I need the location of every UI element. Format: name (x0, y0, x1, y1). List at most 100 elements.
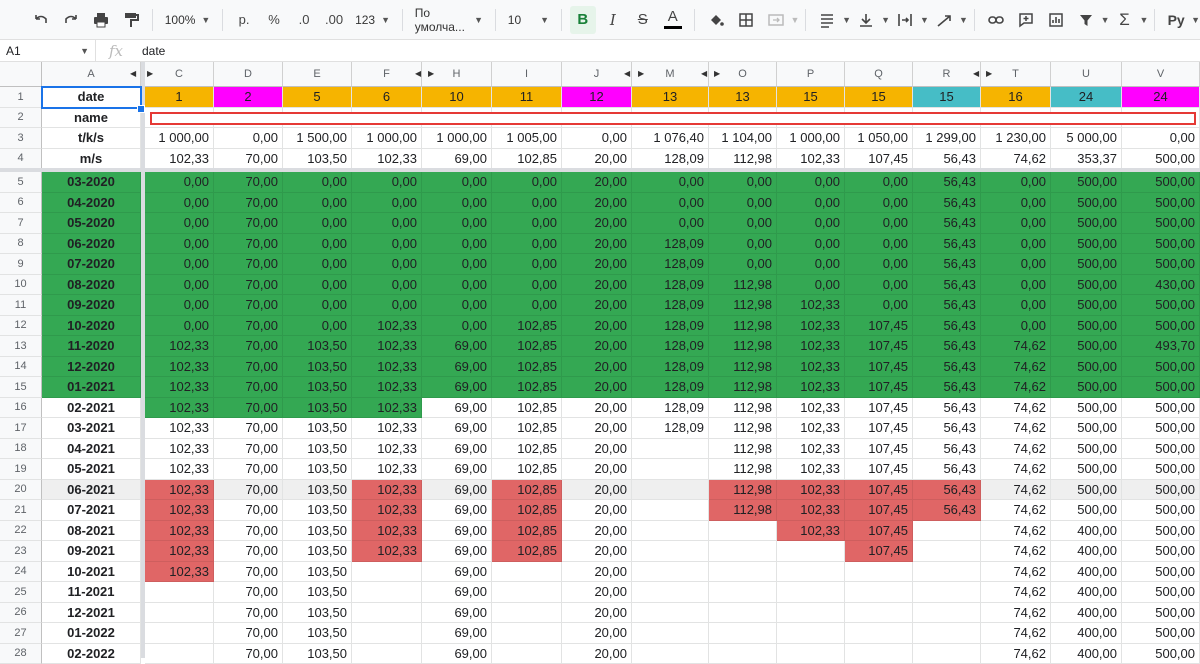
data-cell[interactable]: 500,00 (1122, 357, 1200, 378)
data-cell[interactable]: 103,50 (283, 439, 352, 460)
data-cell[interactable]: 20,00 (562, 480, 632, 501)
hidden-columns-arrow-icon[interactable]: ◀ (624, 69, 630, 78)
row-header-2[interactable]: 2 (0, 108, 42, 129)
data-cell[interactable]: 102,85 (492, 377, 562, 398)
row-header-26[interactable]: 26 (0, 603, 42, 624)
data-cell[interactable]: 20,00 (562, 398, 632, 419)
data-cell[interactable]: 112,98 (709, 336, 777, 357)
data-cell[interactable]: 102,33 (352, 521, 422, 542)
data-cell[interactable]: 56,43 (913, 500, 981, 521)
data-cell[interactable]: 0,00 (283, 234, 352, 255)
data-cell[interactable]: 128,09 (632, 377, 709, 398)
data-cell[interactable]: 0,00 (145, 316, 214, 337)
data-cell[interactable] (145, 644, 214, 664)
data-cell[interactable]: 112,98 (709, 418, 777, 439)
data-cell[interactable]: 128,09 (632, 418, 709, 439)
data-cell[interactable]: 102,33 (145, 521, 214, 542)
row-header-23[interactable]: 23 (0, 541, 42, 562)
data-cell[interactable]: 102,33 (777, 336, 845, 357)
data-cell[interactable]: 56,43 (913, 439, 981, 460)
data-cell[interactable]: 0,00 (981, 213, 1051, 234)
data-cell[interactable]: 0,00 (709, 193, 777, 214)
data-cell[interactable]: 70,00 (214, 562, 283, 583)
data-cell[interactable]: 20,00 (562, 254, 632, 275)
row-header-11[interactable]: 11 (0, 295, 42, 316)
data-cell[interactable]: 102,33 (777, 149, 845, 170)
data-cell[interactable]: 103,50 (283, 418, 352, 439)
data-cell[interactable]: 102,33 (145, 439, 214, 460)
data-cell[interactable]: 112,98 (709, 295, 777, 316)
data-cell[interactable]: 107,45 (845, 336, 913, 357)
data-cell[interactable]: 0,00 (709, 213, 777, 234)
data-cell[interactable]: 500,00 (1122, 623, 1200, 644)
hidden-columns-arrow-icon[interactable]: ▶ (638, 69, 644, 78)
data-cell[interactable]: 103,50 (283, 541, 352, 562)
data-cell[interactable]: 0,00 (422, 213, 492, 234)
data-cell[interactable]: 102,33 (352, 480, 422, 501)
text-rotation-icon[interactable] (931, 6, 957, 34)
data-cell[interactable]: 500,00 (1122, 149, 1200, 170)
data-cell[interactable]: 103,50 (283, 500, 352, 521)
data-cell[interactable]: 74,62 (981, 623, 1051, 644)
data-cell[interactable]: 20,00 (562, 172, 632, 193)
column-header-c[interactable]: C (145, 62, 214, 87)
data-cell[interactable]: 103,50 (283, 336, 352, 357)
data-cell[interactable]: 1 (145, 87, 214, 108)
data-cell[interactable]: 70,00 (214, 316, 283, 337)
row-header-21[interactable]: 21 (0, 500, 42, 521)
data-cell[interactable]: 74,62 (981, 500, 1051, 521)
data-cell[interactable] (352, 623, 422, 644)
data-cell[interactable]: 69,00 (422, 357, 492, 378)
data-cell[interactable]: 0,00 (283, 316, 352, 337)
data-cell[interactable]: 56,43 (913, 149, 981, 170)
data-cell[interactable]: 70,00 (214, 234, 283, 255)
data-cell[interactable]: 112,98 (709, 459, 777, 480)
data-cell[interactable]: 0,00 (145, 254, 214, 275)
hidden-columns-arrow-icon[interactable]: ▶ (428, 69, 434, 78)
data-cell[interactable] (492, 623, 562, 644)
row-label-cell[interactable]: 11-2020 (42, 336, 141, 357)
data-cell[interactable]: 70,00 (214, 275, 283, 296)
data-cell[interactable]: 102,33 (777, 439, 845, 460)
data-cell[interactable]: 74,62 (981, 149, 1051, 170)
data-cell[interactable]: 102,33 (352, 418, 422, 439)
align-vertical-icon[interactable] (853, 6, 879, 34)
data-cell[interactable]: 0,00 (709, 234, 777, 255)
merge-cells-icon[interactable] (763, 6, 789, 34)
data-cell[interactable]: 102,33 (352, 541, 422, 562)
data-cell[interactable]: 102,85 (492, 418, 562, 439)
data-cell[interactable] (492, 562, 562, 583)
data-cell[interactable]: 69,00 (422, 439, 492, 460)
data-cell[interactable] (777, 623, 845, 644)
row-header-10[interactable]: 10 (0, 275, 42, 296)
data-cell[interactable]: 0,00 (492, 172, 562, 193)
data-cell[interactable]: 11 (492, 87, 562, 108)
data-cell[interactable]: 0,00 (492, 275, 562, 296)
row-header-14[interactable]: 14 (0, 357, 42, 378)
fill-handle[interactable] (137, 105, 145, 113)
data-cell[interactable]: 500,00 (1051, 213, 1122, 234)
data-cell[interactable]: 0,00 (777, 213, 845, 234)
data-cell[interactable]: 69,00 (422, 336, 492, 357)
row-header-15[interactable]: 15 (0, 377, 42, 398)
zoom-dropdown[interactable]: 100%▼ (159, 6, 217, 34)
data-cell[interactable]: 20,00 (562, 623, 632, 644)
data-cell[interactable]: 0,00 (422, 193, 492, 214)
data-cell[interactable] (145, 582, 214, 603)
data-cell[interactable]: 69,00 (422, 521, 492, 542)
hidden-columns-arrow-icon[interactable]: ▶ (714, 69, 720, 78)
chevron-down-icon[interactable]: ▼ (959, 15, 968, 25)
data-cell[interactable]: 107,45 (845, 316, 913, 337)
data-cell[interactable]: 74,62 (981, 582, 1051, 603)
data-cell[interactable]: 0,00 (1122, 128, 1200, 149)
data-cell[interactable]: 500,00 (1122, 541, 1200, 562)
data-cell[interactable]: 20,00 (562, 582, 632, 603)
data-cell[interactable] (492, 603, 562, 624)
row-label-cell[interactable]: 07-2020 (42, 254, 141, 275)
data-cell[interactable]: 0,00 (422, 316, 492, 337)
data-cell[interactable]: 102,33 (145, 357, 214, 378)
data-cell[interactable]: 69,00 (422, 500, 492, 521)
data-cell[interactable]: 500,00 (1122, 418, 1200, 439)
data-cell[interactable]: 20,00 (562, 149, 632, 170)
data-cell[interactable]: 102,33 (145, 480, 214, 501)
